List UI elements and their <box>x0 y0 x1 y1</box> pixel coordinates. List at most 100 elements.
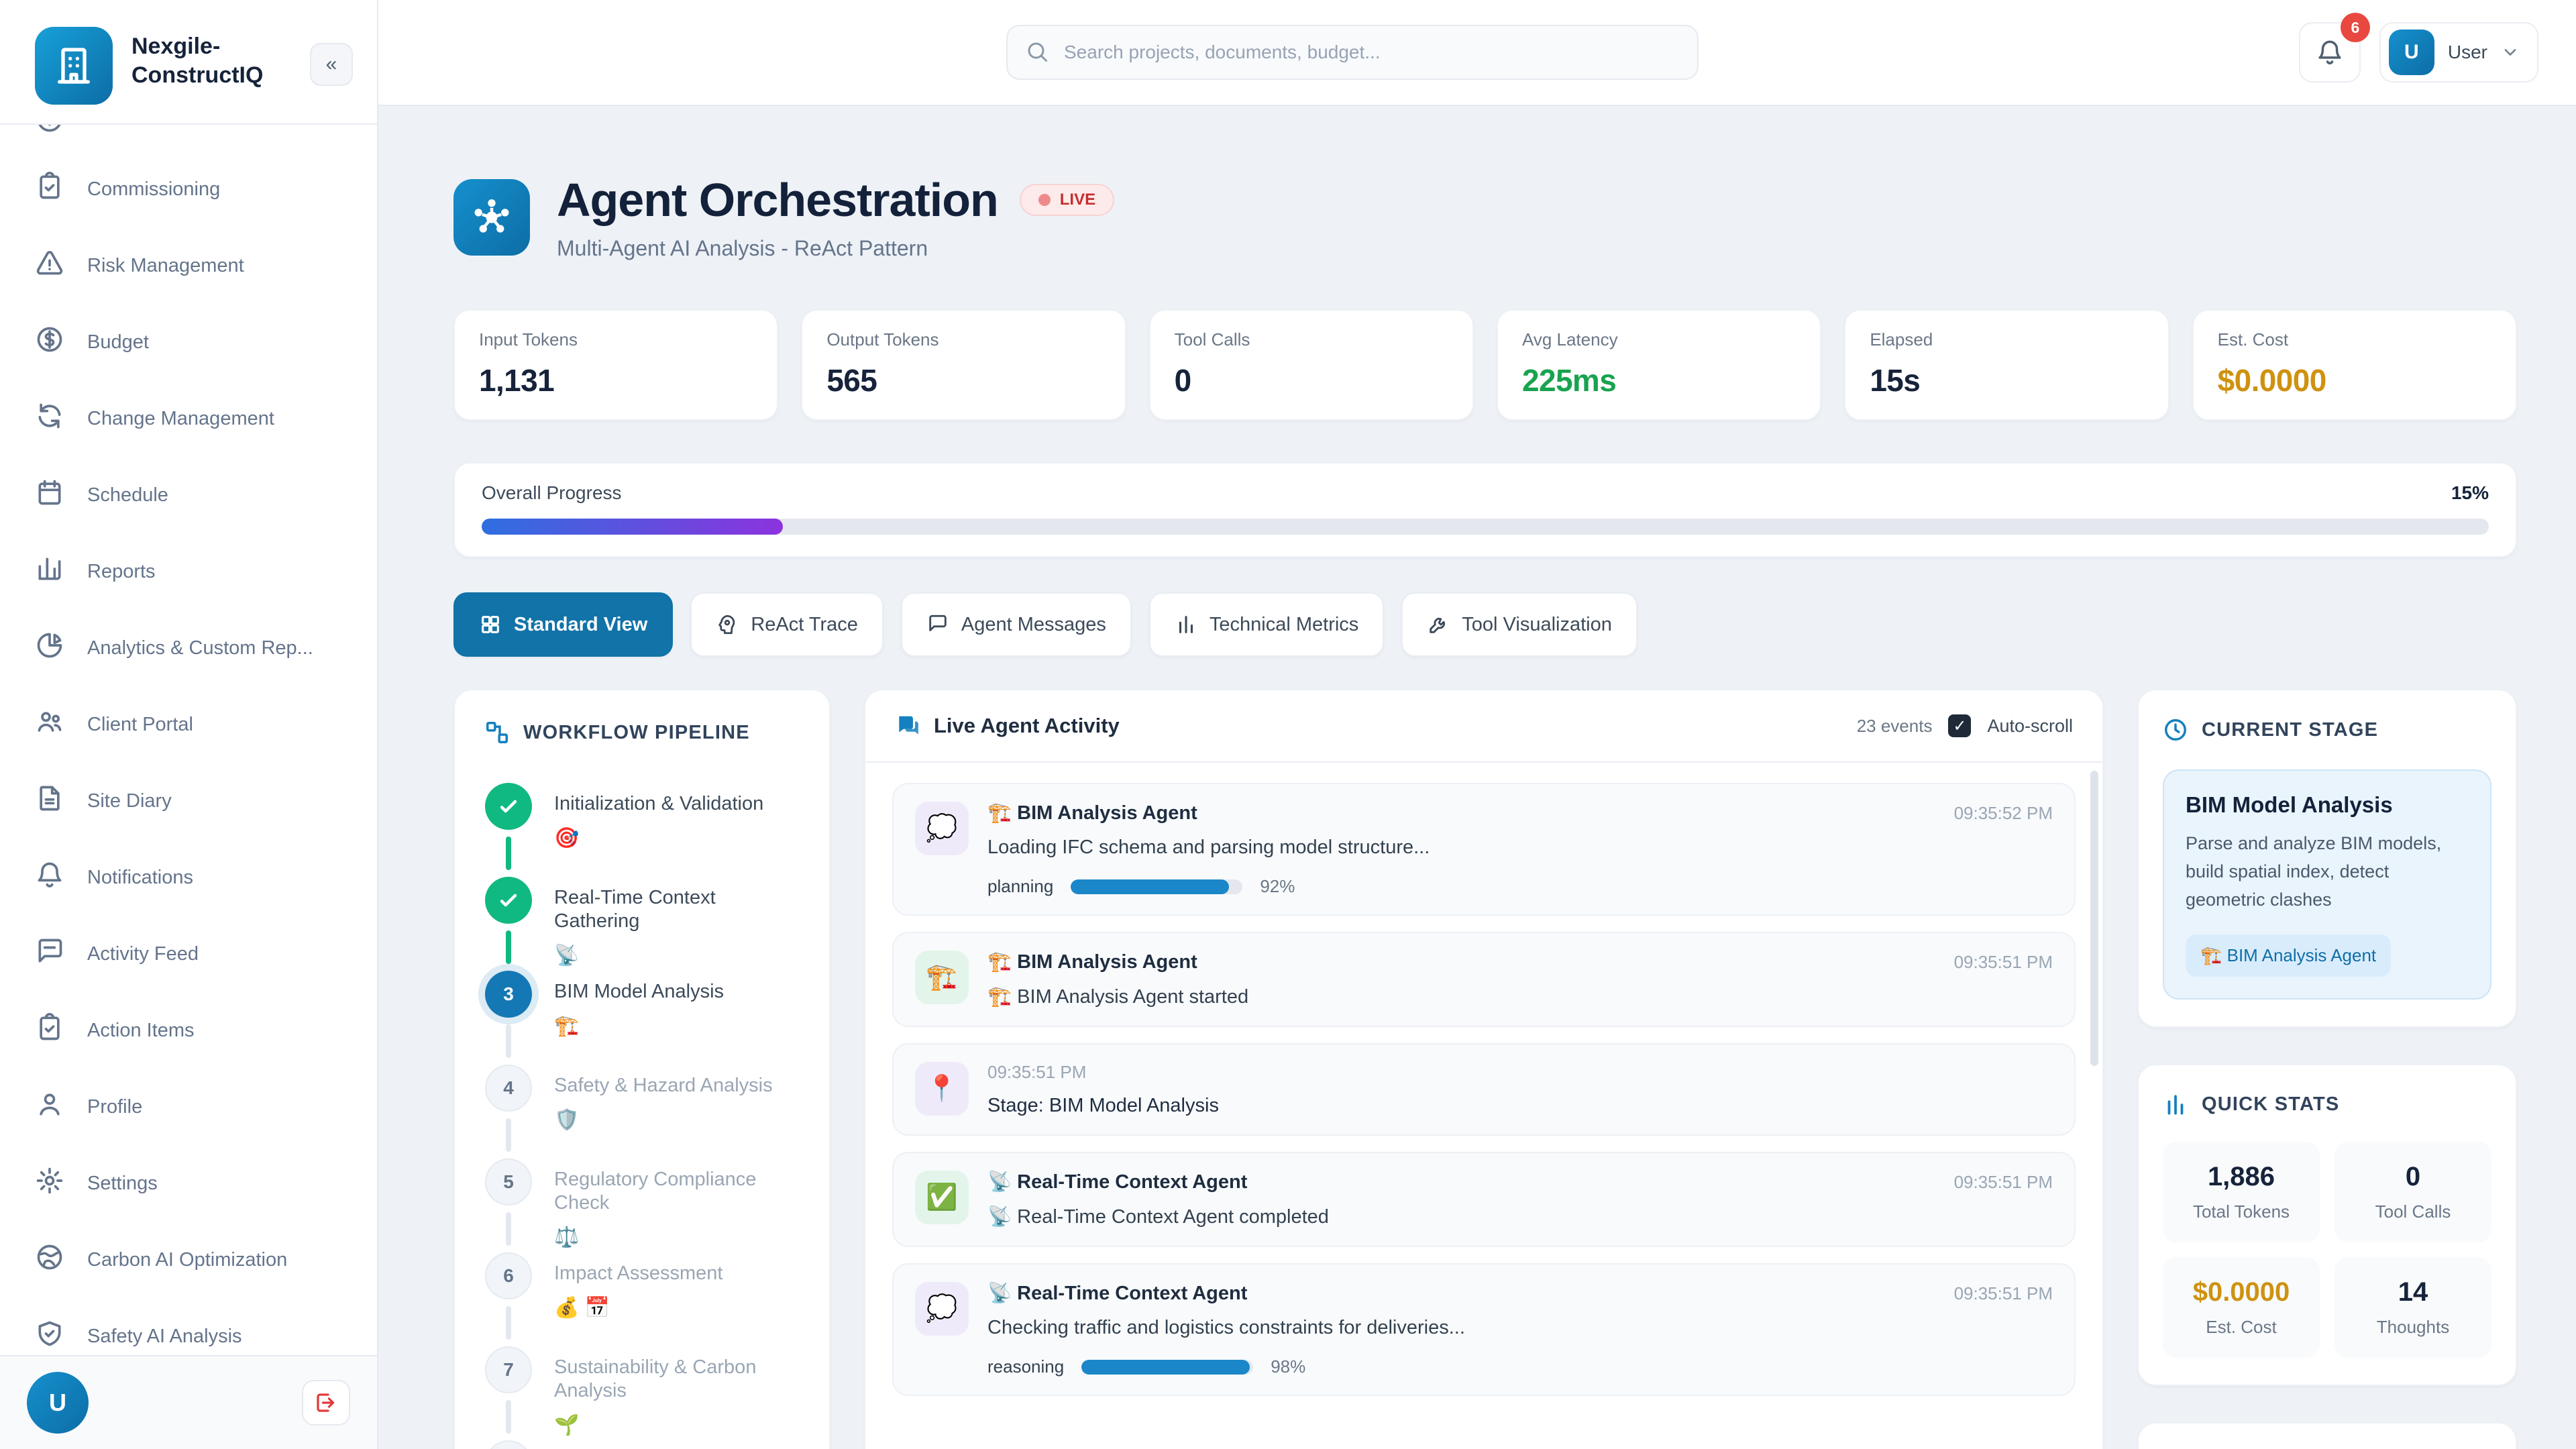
user-avatar: U <box>2389 30 2434 75</box>
activity-event-list[interactable]: 💭 🏗️ BIM Analysis Agent 09:35:52 PM Load… <box>865 763 2102 1416</box>
workflow-icon <box>484 720 510 745</box>
tab-technical-metrics[interactable]: Technical Metrics <box>1149 592 1384 657</box>
pipeline-step-7: 7 Sustainability & Carbon Analysis🌱 <box>484 1346 800 1440</box>
thought-emoji-avatar: 💭 <box>915 1282 969 1336</box>
sidebar-item-schedule[interactable]: Schedule <box>0 460 377 530</box>
clock-icon <box>2163 717 2188 743</box>
live-dot <box>1038 194 1051 206</box>
sidebar-item-site-diary[interactable]: Site Diary <box>0 766 377 836</box>
stat-elapsed: Elapsed15s <box>1844 309 2169 421</box>
sidebar-item-notifications[interactable]: Notifications <box>0 843 377 912</box>
search-icon <box>1025 40 1049 64</box>
users-icon <box>35 707 64 742</box>
logout-icon <box>314 1391 338 1415</box>
sidebar-item-carbon-ai[interactable]: Carbon AI Optimization <box>0 1225 377 1295</box>
quick-stats-panel: QUICK STATS 1,886Total Tokens 0Tool Call… <box>2137 1064 2517 1386</box>
pipeline-title: WORKFLOW PIPELINE <box>523 722 750 744</box>
sidebar-item-action-items[interactable]: Action Items <box>0 996 377 1065</box>
stat-avg-latency: Avg Latency225ms <box>1497 309 1821 421</box>
event-card: 💭 📡 Real-Time Context Agent 09:35:51 PM … <box>892 1263 2076 1396</box>
sidebar-item-label: Safety AI Analysis <box>87 1326 242 1348</box>
sidebar-item-budget[interactable]: Budget <box>0 307 377 377</box>
sidebar-item-safety-ai[interactable]: Safety AI Analysis <box>0 1301 377 1355</box>
sidebar-item-label: Profile <box>87 1096 142 1118</box>
shield-check-icon <box>35 1319 64 1354</box>
stat-tool-calls: Tool Calls0 <box>1149 309 1474 421</box>
workflow-pipeline-panel: WORKFLOW PIPELINE Initialization & Valid… <box>453 689 830 1449</box>
global-search <box>1006 25 1699 80</box>
sidebar-item-risk-management[interactable]: Risk Management <box>0 231 377 301</box>
sidebar-item-client-portal[interactable]: Client Portal <box>0 690 377 759</box>
brand-logo-icon <box>35 27 113 105</box>
dollar-circle-icon <box>35 325 64 360</box>
event-text: 🏗️ BIM Analysis Agent started <box>987 985 2053 1008</box>
sidebar-item-partial[interactable] <box>0 123 377 152</box>
logout-button[interactable] <box>302 1380 350 1426</box>
tab-standard-view[interactable]: Standard View <box>453 592 673 657</box>
sidebar-item-settings[interactable]: Settings <box>0 1148 377 1218</box>
agent-name: 🏗️ BIM Analysis Agent <box>987 951 1197 973</box>
sidebar-item-label: Reports <box>87 561 156 583</box>
tab-react-trace[interactable]: ReAct Trace <box>690 592 883 657</box>
pin-emoji-avatar: 📍 <box>915 1062 969 1116</box>
tab-agent-messages[interactable]: Agent Messages <box>901 592 1132 657</box>
autoscroll-checkbox[interactable]: ✓ <box>1948 714 1971 737</box>
search-input[interactable] <box>1006 25 1699 80</box>
sidebar-item-activity-feed[interactable]: Activity Feed <box>0 919 377 989</box>
clipboard-check-icon <box>35 172 64 207</box>
progress-fill <box>482 519 783 535</box>
agent-name: 🏗️ BIM Analysis Agent <box>987 802 1197 824</box>
sidebar-item-label: Settings <box>87 1173 158 1195</box>
sidebar-item-reports[interactable]: Reports <box>0 537 377 606</box>
progress-track <box>482 519 2489 535</box>
event-time: 09:35:51 PM <box>987 1062 1086 1083</box>
sidebar-item-label: Client Portal <box>87 714 193 736</box>
activity-scrollbar[interactable] <box>2090 771 2098 1066</box>
grid-icon <box>479 613 502 636</box>
stats-row: Input Tokens1,131 Output Tokens565 Tool … <box>453 309 2517 421</box>
progress-label: Overall Progress <box>482 482 622 504</box>
notification-badge: 6 <box>2341 13 2370 42</box>
warning-triangle-icon <box>35 248 64 283</box>
sidebar-item-commissioning[interactable]: Commissioning <box>0 154 377 224</box>
main-area: 6 U User Agent Orchestration LIVE <box>378 0 2576 1449</box>
page-subtitle: Multi-Agent AI Analysis - ReAct Pattern <box>557 236 1114 261</box>
step-number: 6 <box>485 1252 532 1299</box>
app-root: Nexgile-ConstructIQ « Commissioning Risk… <box>0 0 2576 1449</box>
sidebar-nav: Commissioning Risk Management Budget Cha… <box>0 123 377 1355</box>
bell-icon <box>2316 38 2344 66</box>
view-tabs: Standard View ReAct Trace Agent Messages… <box>453 592 2517 657</box>
activity-header: Live Agent Activity 23 events ✓ Auto-scr… <box>865 690 2102 763</box>
quickstat-thoughts: 14Thoughts <box>2334 1257 2491 1358</box>
step-emoji: ⚖️ <box>554 1226 800 1249</box>
step-emoji: 💰 📅 <box>554 1296 722 1320</box>
user-avatar[interactable]: U <box>27 1372 89 1434</box>
user-menu-button[interactable]: U User <box>2379 22 2538 83</box>
user-icon <box>35 1089 64 1124</box>
bell-icon <box>35 860 64 895</box>
pipeline-step-1: Initialization & Validation🎯 <box>484 783 800 877</box>
sidebar-item-change-management[interactable]: Change Management <box>0 384 377 453</box>
sidebar-footer: U <box>0 1355 377 1449</box>
sidebar-item-label: Analytics & Custom Rep... <box>87 637 313 659</box>
chat-icon <box>35 936 64 971</box>
notifications-button[interactable]: 6 <box>2299 22 2361 83</box>
sidebar-collapse-button[interactable]: « <box>310 43 353 86</box>
progress-percent: 15% <box>2451 482 2489 504</box>
step-number: 8 <box>485 1440 532 1449</box>
user-name: User <box>2448 42 2487 63</box>
quickstat-tool-calls: 0Tool Calls <box>2334 1142 2491 1242</box>
step-number: 4 <box>485 1065 532 1112</box>
agent-name: 📡 Real-Time Context Agent <box>987 1282 1247 1305</box>
metrics-icon <box>1175 613 1197 636</box>
stat-est-cost: Est. Cost$0.0000 <box>2192 309 2517 421</box>
tab-tool-visualization[interactable]: Tool Visualization <box>1401 592 1638 657</box>
quickstat-total-tokens: 1,886Total Tokens <box>2163 1142 2320 1242</box>
bar-chart-icon <box>2163 1092 2188 1118</box>
document-icon <box>35 784 64 818</box>
event-time: 09:35:51 PM <box>1954 1172 2053 1193</box>
sidebar-item-profile[interactable]: Profile <box>0 1072 377 1142</box>
sidebar-item-analytics[interactable]: Analytics & Custom Rep... <box>0 613 377 683</box>
pipeline-step-6: 6 Impact Assessment💰 📅 <box>484 1252 800 1346</box>
thought-emoji-avatar: 💭 <box>915 802 969 855</box>
